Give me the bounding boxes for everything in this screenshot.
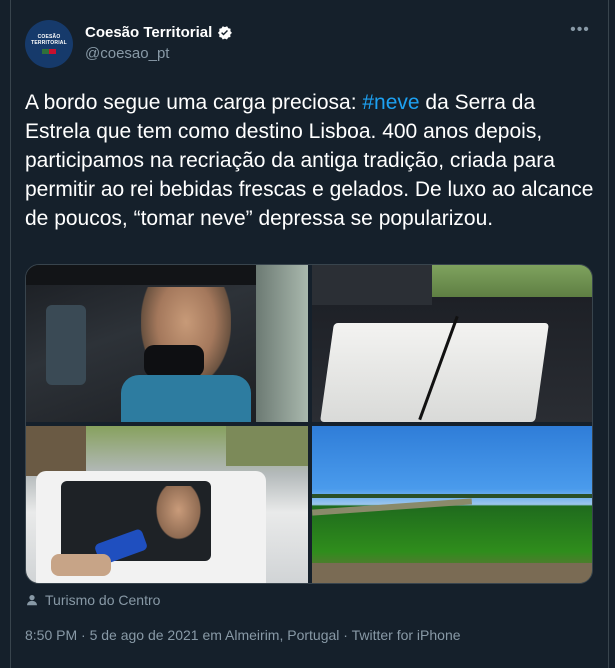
media-tag-label[interactable]: Turismo do Centro <box>45 592 160 608</box>
media-tag[interactable]: Turismo do Centro <box>25 592 160 608</box>
photo-truck-bed-snow-box[interactable] <box>312 265 592 422</box>
avatar-text: COESÃO TERRITORIAL <box>31 34 67 46</box>
more-options-icon[interactable]: ••• <box>570 22 590 44</box>
tweet-card: COESÃO TERRITORIAL Coesão Territorial @c… <box>10 0 609 668</box>
photo-green-field[interactable] <box>312 426 592 583</box>
person-tag-icon <box>27 595 37 606</box>
avatar-flag-mark <box>42 49 56 54</box>
photo-car-interview[interactable] <box>26 426 308 583</box>
tweet-text: A bordo segue uma carga preciosa: #neve … <box>25 88 597 233</box>
verified-badge-icon <box>218 26 233 40</box>
photo-woman-in-car[interactable] <box>26 265 308 422</box>
display-name[interactable]: Coesão Territorial <box>85 24 212 41</box>
tweet-header: COESÃO TERRITORIAL Coesão Territorial @c… <box>25 20 594 70</box>
tweet-text-part-1: A bordo segue uma carga preciosa: <box>25 91 363 114</box>
media-grid <box>25 264 593 584</box>
handle[interactable]: @coesao_pt <box>85 45 233 62</box>
author-block: Coesão Territorial @coesao_pt <box>85 24 233 62</box>
hashtag-link[interactable]: #neve <box>362 91 419 114</box>
tweet-metadata[interactable]: 8:50 PM · 5 de ago de 2021 em Almeirim, … <box>25 627 461 643</box>
avatar[interactable]: COESÃO TERRITORIAL <box>25 20 73 68</box>
author-name-row[interactable]: Coesão Territorial <box>85 24 233 41</box>
